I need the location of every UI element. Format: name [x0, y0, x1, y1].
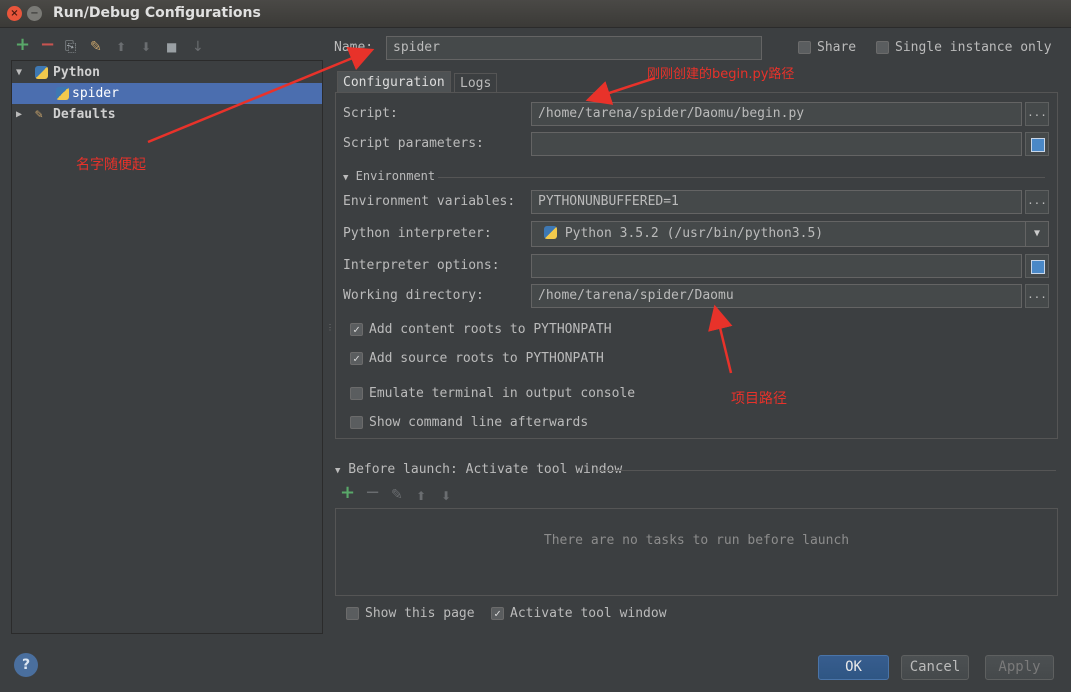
emulate-terminal-checkbox[interactable]: [350, 387, 363, 400]
script-label: Script:: [343, 106, 398, 121]
browse-working-directory-button[interactable]: ...: [1025, 284, 1049, 308]
share-checkbox[interactable]: [798, 41, 811, 54]
environment-section-toggle[interactable]: ▼ Environment: [343, 169, 435, 183]
move-up-icon[interactable]: ⬆: [116, 39, 126, 55]
add-icon[interactable]: +: [15, 36, 30, 54]
edit-env-vars-button[interactable]: ...: [1025, 190, 1049, 214]
env-vars-field[interactable]: PYTHONUNBUFFERED=1: [531, 190, 1022, 214]
python-icon: [544, 226, 557, 239]
edit-task-icon[interactable]: ✎: [391, 487, 403, 503]
remove-icon[interactable]: −: [40, 36, 55, 54]
tree-item-python[interactable]: ▼ Python: [12, 62, 322, 83]
wrench-icon: ✎: [35, 107, 43, 122]
move-task-up-icon[interactable]: ⬆: [416, 488, 426, 504]
splitter-handle[interactable]: ⋮: [326, 324, 334, 332]
minimize-icon[interactable]: −: [27, 6, 42, 21]
browse-script-button[interactable]: ...: [1025, 102, 1049, 126]
help-icon[interactable]: ?: [14, 653, 38, 677]
cancel-button[interactable]: Cancel: [901, 655, 969, 680]
name-field[interactable]: spider: [386, 36, 762, 60]
python-icon: [56, 87, 69, 100]
title-bar: × − Run/Debug Configurations: [0, 0, 1071, 28]
expand-arrow-icon: ▼: [343, 173, 349, 183]
tab-configuration[interactable]: Configuration: [337, 71, 451, 93]
annotation-name-note: 名字随便起: [76, 157, 146, 173]
add-source-roots-label: Add source roots to PYTHONPATH: [369, 351, 604, 366]
expand-arrow-icon[interactable]: ▼: [16, 62, 22, 83]
tree-item-label: Python: [53, 65, 100, 80]
add-source-roots-checkbox[interactable]: ✓: [350, 352, 363, 365]
before-launch-task-list[interactable]: There are no tasks to run before launch: [335, 508, 1058, 596]
tree-item-spider[interactable]: spider: [12, 83, 322, 104]
interpreter-options-field[interactable]: [531, 254, 1022, 278]
python-interpreter-label: Python interpreter:: [343, 226, 492, 241]
single-instance-label: Single instance only: [895, 40, 1052, 55]
expand-field-icon[interactable]: [1025, 132, 1049, 156]
before-launch-title: Before launch: Activate tool window: [348, 462, 623, 477]
show-this-page-label: Show this page: [365, 606, 475, 621]
window-title: Run/Debug Configurations: [53, 5, 261, 21]
ok-button[interactable]: OK: [818, 655, 889, 680]
expand-arrow-icon: ▼: [335, 466, 341, 476]
add-content-roots-checkbox[interactable]: ✓: [350, 323, 363, 336]
python-interpreter-select[interactable]: Python 3.5.2 (/usr/bin/python3.5): [531, 221, 1049, 247]
annotation-script-note: 刚刚创建的begin.py路径: [647, 67, 795, 82]
tree-item-defaults[interactable]: ▶ ✎ Defaults: [12, 104, 322, 125]
expand-field-icon[interactable]: [1025, 254, 1049, 278]
move-down-icon[interactable]: ⬇: [141, 39, 151, 55]
configurations-tree[interactable]: ▼ Python spider ▶ ✎ Defaults: [11, 60, 323, 634]
copy-icon[interactable]: ⎘: [65, 39, 76, 55]
working-directory-label: Working directory:: [343, 288, 484, 303]
show-command-line-label: Show command line afterwards: [369, 415, 589, 430]
move-task-down-icon[interactable]: ⬇: [441, 488, 451, 504]
script-parameters-label: Script parameters:: [343, 136, 484, 151]
add-task-icon[interactable]: +: [340, 484, 355, 502]
activate-tool-window-label: Activate tool window: [510, 606, 667, 621]
name-label: Name:: [334, 40, 374, 55]
emulate-terminal-label: Emulate terminal in output console: [369, 386, 636, 401]
activate-tool-window-checkbox[interactable]: ✓: [491, 607, 504, 620]
python-interpreter-value: Python 3.5.2 (/usr/bin/python3.5): [564, 226, 824, 241]
section-divider: [598, 470, 1056, 471]
before-launch-toggle[interactable]: ▼ Before launch: Activate tool window: [335, 462, 622, 477]
tree-item-label: spider: [72, 86, 119, 101]
script-parameters-field[interactable]: [531, 132, 1022, 156]
sort-icon[interactable]: ↓: [192, 39, 204, 55]
environment-section-label: Environment: [355, 169, 436, 183]
single-instance-checkbox[interactable]: [876, 41, 889, 54]
tree-item-label: Defaults: [53, 107, 116, 122]
add-content-roots-label: Add content roots to PYTHONPATH: [369, 322, 612, 337]
close-icon[interactable]: ×: [7, 6, 22, 21]
remove-task-icon[interactable]: −: [365, 484, 380, 502]
collapsed-arrow-icon[interactable]: ▶: [16, 104, 22, 125]
script-field[interactable]: /home/tarena/spider/Daomu/begin.py: [531, 102, 1022, 126]
run-debug-configurations-dialog: × − Run/Debug Configurations + − ⎘ ✎ ⬆ ⬇…: [0, 0, 1071, 692]
tab-logs[interactable]: Logs: [454, 73, 498, 93]
apply-button[interactable]: Apply: [985, 655, 1054, 680]
show-this-page-checkbox[interactable]: [346, 607, 359, 620]
section-divider: [438, 177, 1045, 178]
share-label: Share: [817, 40, 857, 55]
show-command-line-checkbox[interactable]: [350, 416, 363, 429]
empty-tasks-text: There are no tasks to run before launch: [543, 533, 850, 548]
env-vars-label: Environment variables:: [343, 194, 516, 209]
working-directory-field[interactable]: /home/tarena/spider/Daomu: [531, 284, 1022, 308]
python-icon: [35, 66, 48, 79]
chevron-down-icon[interactable]: ▼: [1025, 222, 1048, 246]
annotation-workdir-note: 项目路径: [731, 391, 787, 407]
folder-icon[interactable]: ■: [166, 39, 177, 55]
edit-defaults-icon[interactable]: ✎: [90, 39, 102, 55]
interpreter-options-label: Interpreter options:: [343, 258, 500, 273]
